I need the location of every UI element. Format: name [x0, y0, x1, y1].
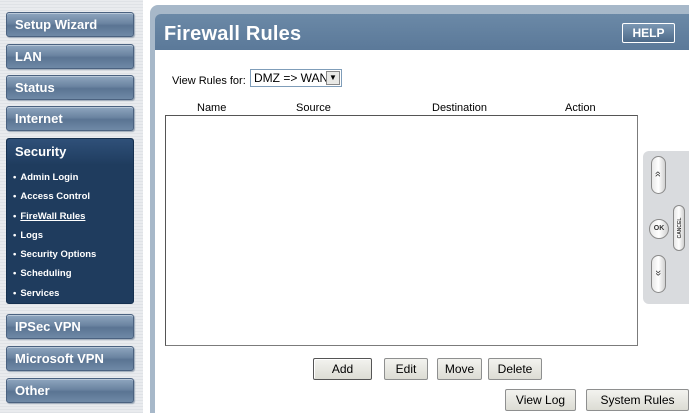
- nav-setup-wizard[interactable]: Setup Wizard: [6, 12, 134, 37]
- page-title: Firewall Rules: [164, 23, 302, 45]
- ok-button[interactable]: OK: [649, 219, 669, 239]
- column-header-source: Source: [296, 102, 331, 114]
- nav-internet[interactable]: Internet: [6, 106, 134, 131]
- view-log-button[interactable]: View Log: [505, 389, 576, 411]
- navigation-pad: » OK CANCEL »: [643, 151, 689, 304]
- nav-security[interactable]: Security: [7, 139, 133, 165]
- nav-status[interactable]: Status: [6, 75, 134, 100]
- submenu-label: Services: [20, 287, 60, 299]
- submenu-label: FireWall Rules: [20, 210, 86, 222]
- submenu-logs[interactable]: • Logs: [13, 226, 133, 245]
- scroll-up-button[interactable]: »: [651, 156, 666, 194]
- double-chevron-up-icon: »: [652, 170, 665, 178]
- cancel-label: CANCEL: [677, 217, 683, 239]
- dropdown-arrow-icon: ▼: [326, 71, 340, 85]
- nav-other[interactable]: Other: [6, 378, 134, 403]
- bullet-icon: •: [13, 287, 17, 299]
- help-button[interactable]: HELP: [622, 23, 675, 43]
- submenu-label: Security Options: [20, 249, 97, 261]
- scroll-down-button[interactable]: »: [651, 255, 666, 293]
- submenu-scheduling[interactable]: • Scheduling: [13, 264, 133, 283]
- nav-ipsec-vpn[interactable]: IPSec VPN: [6, 314, 134, 339]
- view-rules-selected-value: DMZ => WAN: [254, 71, 329, 85]
- nav-microsoft-vpn[interactable]: Microsoft VPN: [6, 346, 134, 371]
- submenu-label: Access Control: [20, 191, 91, 203]
- submenu-label: Logs: [20, 229, 44, 241]
- sidebar: Setup Wizard LAN Status Internet Securit…: [0, 0, 143, 413]
- move-button[interactable]: Move: [437, 358, 482, 380]
- system-rules-button[interactable]: System Rules: [586, 389, 689, 411]
- bullet-icon: •: [13, 172, 17, 183]
- bullet-icon: •: [13, 249, 17, 261]
- view-rules-label: View Rules for:: [172, 75, 246, 87]
- bullet-icon: •: [13, 229, 17, 241]
- security-submenu: • Admin Login • Access Control • FireWall R…: [7, 165, 133, 303]
- double-chevron-down-icon: »: [652, 269, 665, 277]
- security-menu: Security • Admin Login • Access Control • F…: [6, 138, 134, 304]
- delete-button[interactable]: Delete: [488, 358, 542, 380]
- submenu-services[interactable]: • Services: [13, 284, 133, 303]
- header-bar: Firewall Rules HELP: [155, 14, 689, 50]
- column-header-destination: Destination: [432, 102, 488, 114]
- column-header-action: Action: [565, 102, 596, 114]
- view-rules-select[interactable]: DMZ => WAN ▼: [250, 69, 342, 87]
- submenu-firewall-rules[interactable]: • FireWall Rules: [13, 207, 133, 226]
- submenu-admin-login[interactable]: • Admin Login: [13, 168, 133, 187]
- bullet-icon: •: [13, 210, 17, 222]
- edit-button[interactable]: Edit: [384, 358, 428, 380]
- submenu-security-options[interactable]: • Security Options: [13, 245, 133, 264]
- submenu-access-control[interactable]: • Access Control: [13, 187, 133, 206]
- cancel-button[interactable]: CANCEL: [673, 205, 685, 251]
- add-button[interactable]: Add: [313, 358, 372, 380]
- nav-lan[interactable]: LAN: [6, 44, 134, 69]
- column-header-name: Name: [197, 102, 227, 114]
- submenu-label: Scheduling: [20, 268, 72, 280]
- bullet-icon: •: [13, 268, 17, 280]
- bullet-icon: •: [13, 191, 17, 203]
- rules-list[interactable]: [165, 115, 638, 346]
- content-area: View Rules for: DMZ => WAN ▼ Name Source…: [155, 50, 689, 413]
- submenu-label: Admin Login: [20, 172, 79, 183]
